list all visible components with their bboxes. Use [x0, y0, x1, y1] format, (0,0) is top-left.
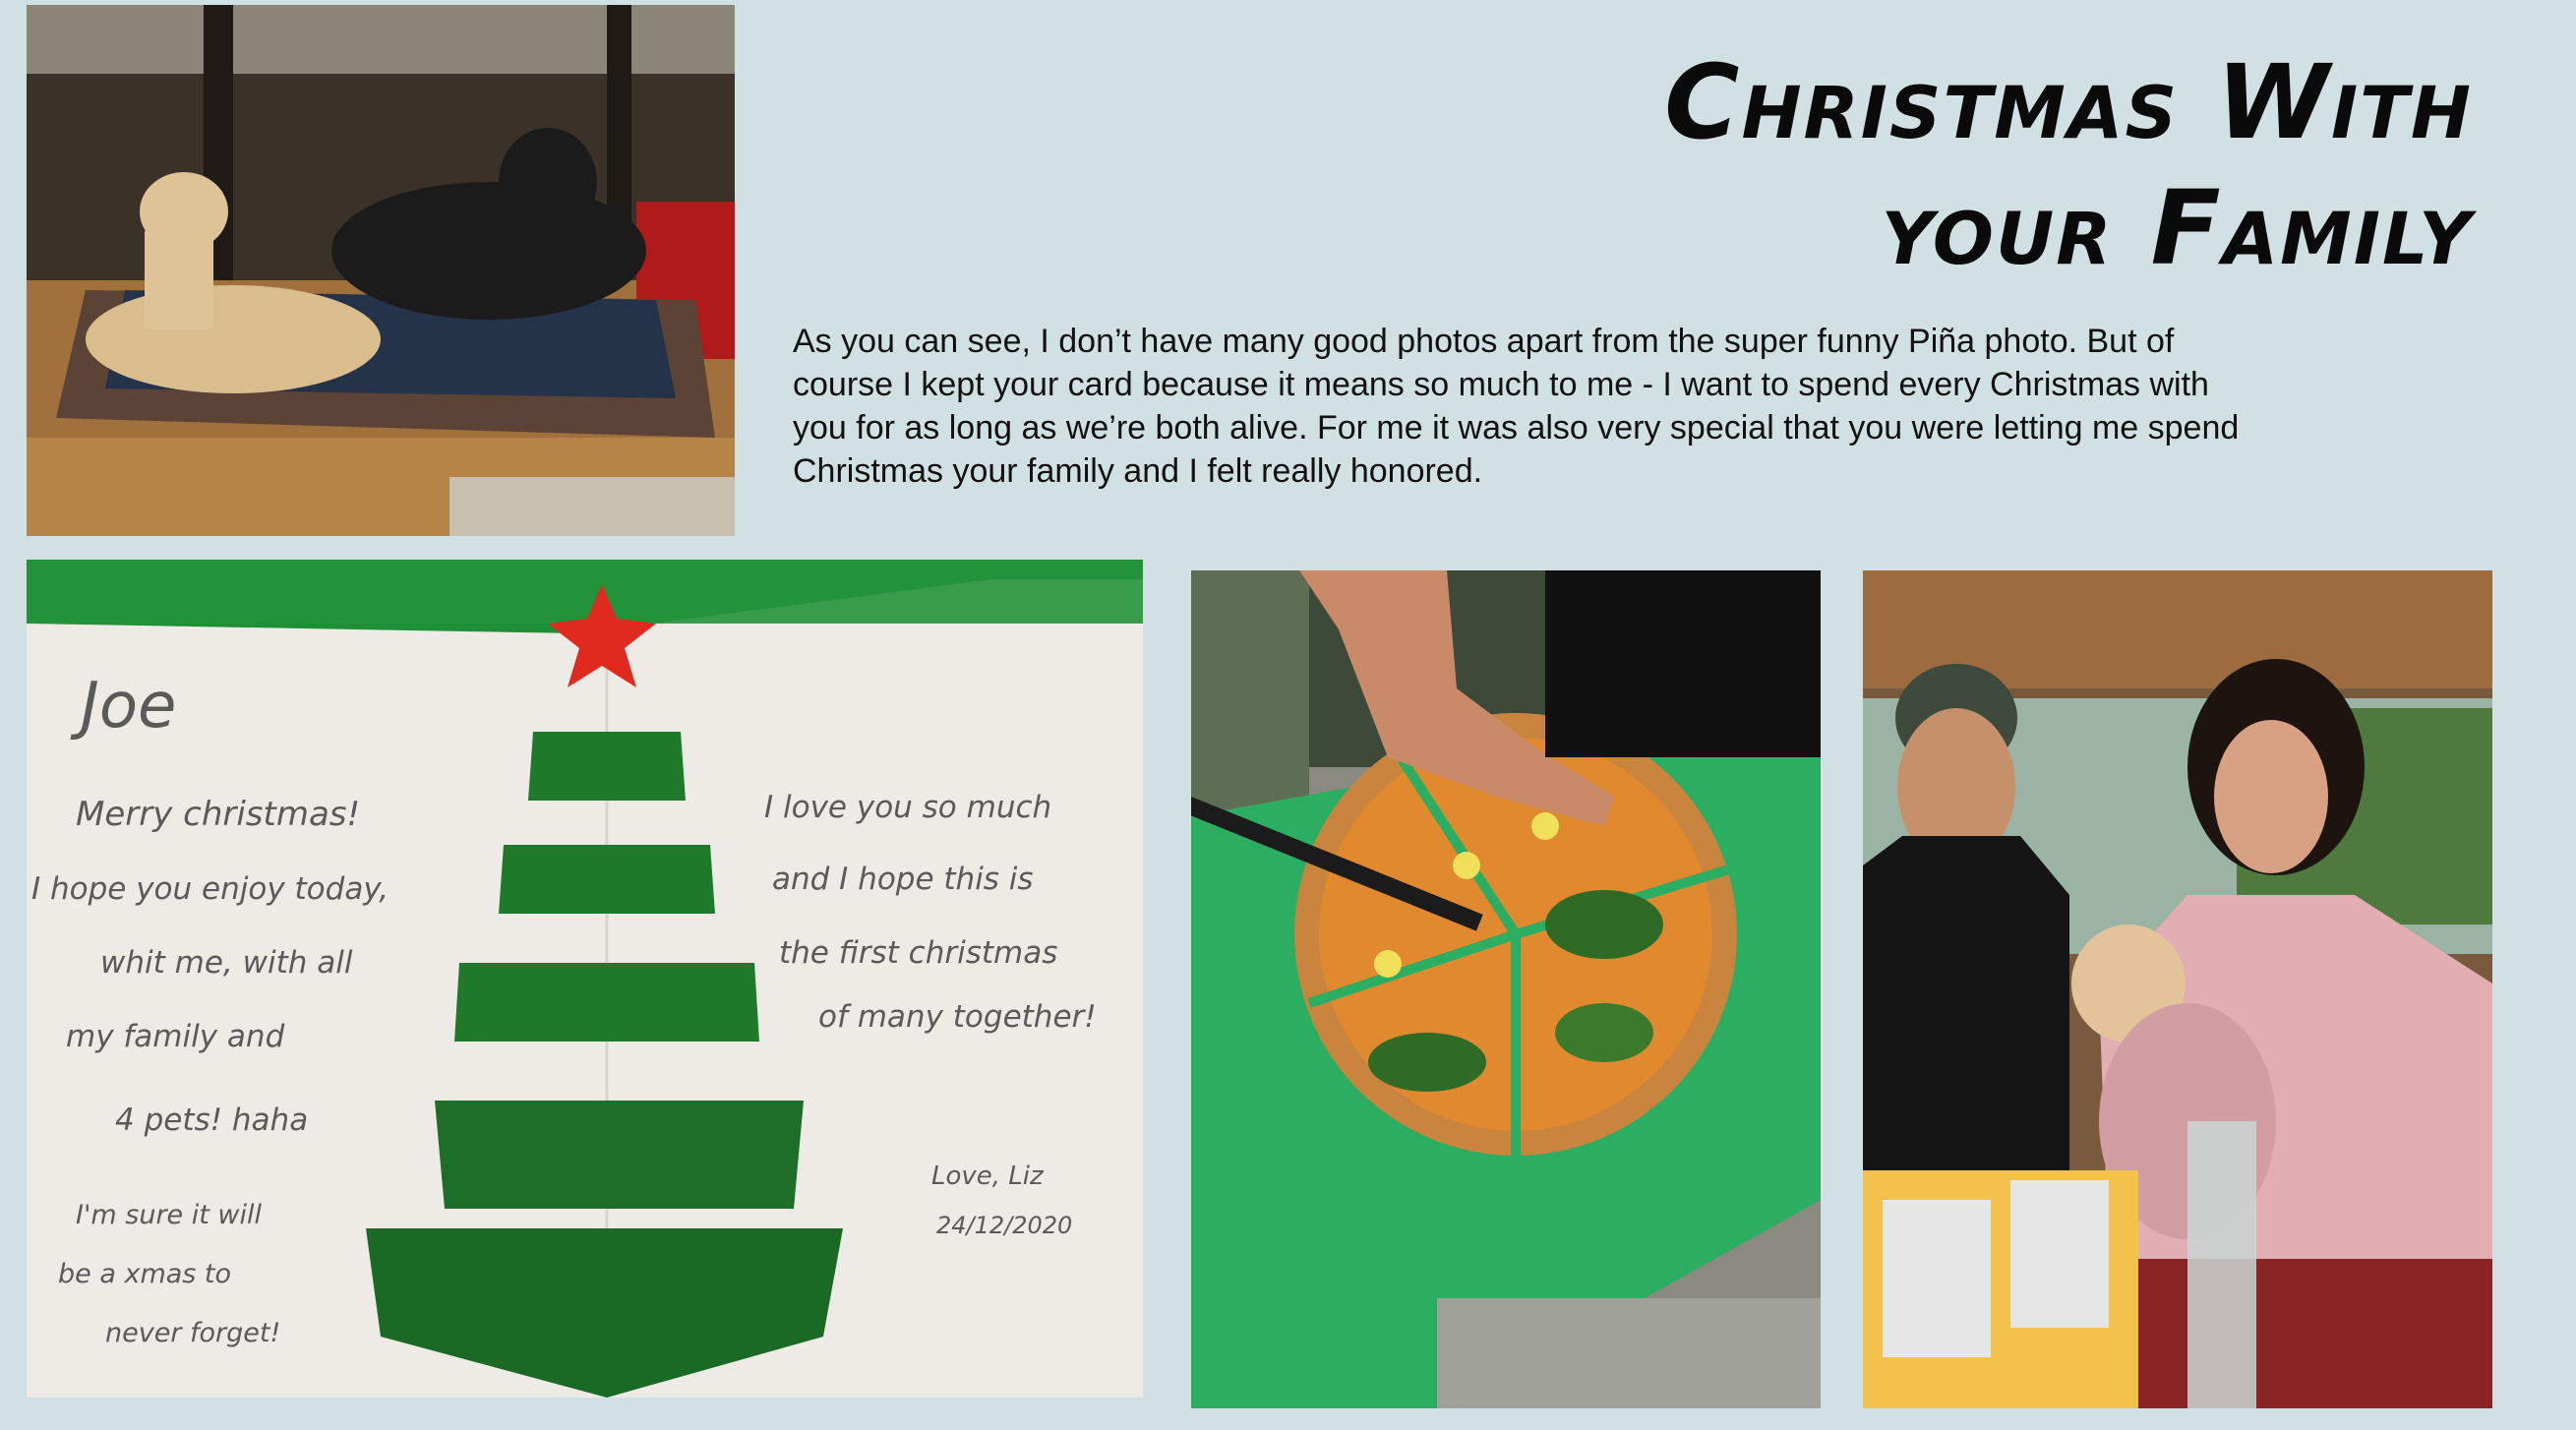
card-left-line: I'm sure it will [76, 1200, 262, 1230]
card-right-line: of many together! [818, 999, 1097, 1035]
card-left-line: I hope you enjoy today, [31, 871, 389, 907]
photo-family-with-dog [1863, 570, 2492, 1408]
card-left-line: whit me, with all [100, 945, 353, 981]
card-left-line: Merry christmas! [76, 795, 360, 834]
photo-pizza [1191, 570, 1821, 1408]
tree-tier-icon [454, 963, 759, 1042]
photo-christmas-card: Joe Merry christmas! I hope you enjoy to… [27, 560, 1143, 1398]
card-left-line: never forget! [105, 1318, 280, 1348]
tree-tier-icon [528, 732, 686, 801]
photo-dogs-on-cushion [27, 5, 735, 536]
body-paragraph: As you can see, I don’t have many good p… [793, 323, 2240, 490]
tree-tier-icon [435, 1101, 804, 1209]
card-photo-illustration: Joe Merry christmas! I hope you enjoy to… [27, 560, 1143, 1398]
title-line-1: Christmas With [1664, 42, 2473, 162]
title-line-2: your Family [1881, 168, 2473, 288]
card-left-line: be a xmas to [58, 1259, 231, 1289]
card-signature: Love, Liz [931, 1162, 1045, 1191]
card-right-line: the first christmas [779, 935, 1057, 971]
card-date: 24/12/2020 [936, 1212, 1072, 1239]
family-photo-illustration [1863, 570, 2492, 1408]
card-left-line: 4 pets! haha [115, 1102, 308, 1138]
card-right-line: and I hope this is [772, 862, 1034, 897]
page-title: Christmas With your Family [1489, 39, 2473, 291]
pizza-photo-illustration [1191, 570, 1821, 1408]
dogs-photo-illustration [27, 5, 735, 536]
card-left-line: my family and [66, 1019, 285, 1054]
tree-tier-icon [499, 845, 715, 914]
card-right-line: I love you so much [764, 790, 1051, 825]
card-greeting-name: Joe [70, 670, 176, 743]
